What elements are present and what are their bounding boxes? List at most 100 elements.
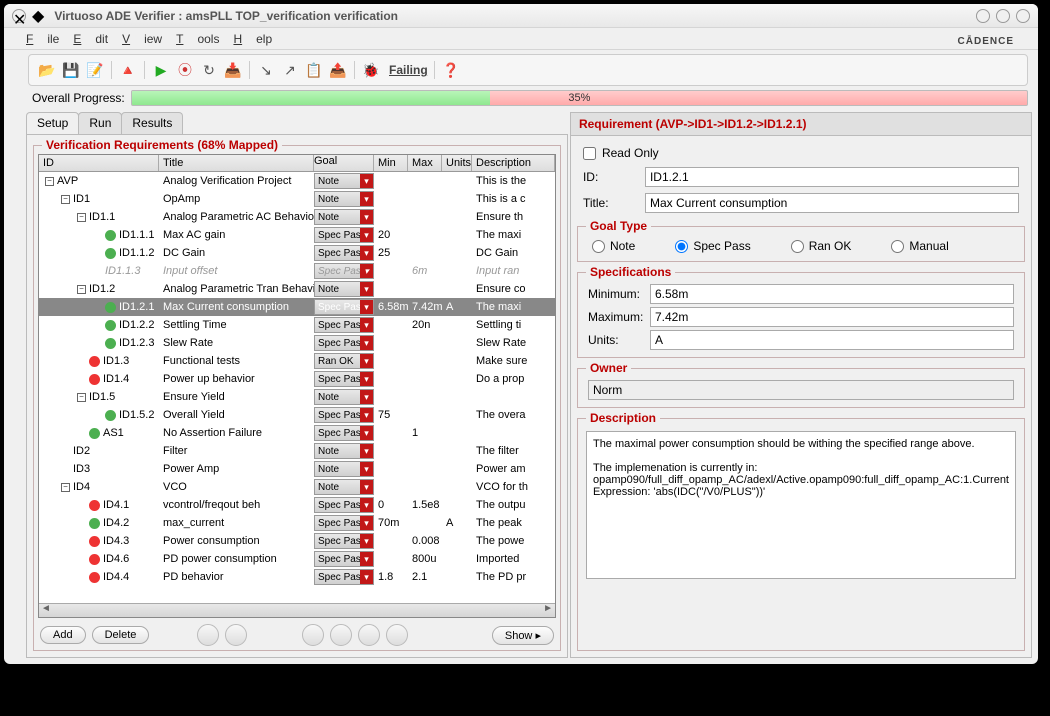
table-row[interactable]: ID4.4PD behaviorSpec Pass1.82.1The PD pr <box>39 568 555 586</box>
col-min[interactable]: Min <box>374 155 408 171</box>
stop-icon[interactable]: ⦿ <box>175 60 195 80</box>
table-row[interactable]: ID3Power AmpNotePower am <box>39 460 555 478</box>
minimize-icon[interactable] <box>976 9 990 23</box>
horizontal-scrollbar[interactable] <box>39 603 555 617</box>
table-row[interactable]: ID2FilterNoteThe filter <box>39 442 555 460</box>
table-row[interactable]: −ID1.1Analog Parametric AC BehaviorNoteE… <box>39 208 555 226</box>
menu-file[interactable]: File <box>26 32 59 46</box>
col-goal[interactable]: Goal <box>314 155 374 171</box>
table-row[interactable]: −ID1OpAmpNoteThis is a c <box>39 190 555 208</box>
goal-select[interactable]: Note <box>314 443 374 459</box>
id-field[interactable] <box>645 167 1019 187</box>
table-row[interactable]: ID4.1vcontrol/freqout behSpec Pass01.5e8… <box>39 496 555 514</box>
export-icon[interactable]: 📤 <box>328 60 348 80</box>
goal-select[interactable]: Spec Pass <box>314 497 374 513</box>
goal-select[interactable]: Spec Pass <box>314 407 374 423</box>
table-row[interactable]: ID4.6PD power consumptionSpec Pass800uIm… <box>39 550 555 568</box>
goal-select[interactable]: Spec Pass <box>314 551 374 567</box>
tab-results[interactable]: Results <box>121 112 183 134</box>
description-textarea[interactable]: The maximal power consumption should be … <box>586 431 1016 579</box>
goal-select[interactable]: Spec Pass <box>314 515 374 531</box>
hierarchy-icon[interactable]: 🔺 <box>118 60 138 80</box>
table-row[interactable]: ID4.2max_currentSpec Pass70mAThe peak <box>39 514 555 532</box>
table-row[interactable]: −ID1.2Analog Parametric Tran BehaviorNot… <box>39 280 555 298</box>
table-row[interactable]: ID1.5.2Overall YieldSpec Pass75The overa <box>39 406 555 424</box>
maximize-icon[interactable] <box>996 9 1010 23</box>
goal-select[interactable]: Spec Pass <box>314 299 374 315</box>
goal-select[interactable]: Note <box>314 281 374 297</box>
titlebar[interactable]: ✕ ◆ Virtuoso ADE Verifier : amsPLL TOP_v… <box>4 4 1038 28</box>
nav-down-icon[interactable] <box>225 624 247 646</box>
tool-a-icon[interactable] <box>302 624 324 646</box>
menu-tools[interactable]: Tools <box>176 32 219 46</box>
step-in-icon[interactable]: ↘ <box>256 60 276 80</box>
goal-select[interactable]: Spec Pass <box>314 371 374 387</box>
table-row[interactable]: ID1.1.1Max AC gainSpec Pass20The maxi <box>39 226 555 244</box>
radio-ran[interactable]: Ran OK <box>791 239 852 253</box>
goal-select[interactable]: Note <box>314 479 374 495</box>
table-row[interactable]: ID1.2.1Max Current consumptionSpec Pass6… <box>39 298 555 316</box>
table-row[interactable]: AS1No Assertion FailureSpec Pass1 <box>39 424 555 442</box>
title-field[interactable] <box>645 193 1019 213</box>
radio-manual[interactable]: Manual <box>891 239 948 253</box>
open-icon[interactable]: 📂 <box>37 60 57 80</box>
min-field[interactable] <box>650 284 1014 304</box>
col-units[interactable]: Units <box>442 155 472 171</box>
col-id[interactable]: ID <box>39 155 159 171</box>
tree-toggle-icon[interactable]: − <box>61 195 70 204</box>
table-row[interactable]: ID1.3Functional testsRan OKMake sure <box>39 352 555 370</box>
table-row[interactable]: −ID1.5Ensure YieldNote <box>39 388 555 406</box>
table-row[interactable]: ID1.1.2DC GainSpec Pass25DC Gain <box>39 244 555 262</box>
tab-run[interactable]: Run <box>78 112 122 134</box>
tree-toggle-icon[interactable]: − <box>77 393 86 402</box>
failing-link[interactable]: Failing <box>389 63 428 77</box>
goal-select[interactable]: Note <box>314 461 374 477</box>
tool-b-icon[interactable] <box>330 624 352 646</box>
refresh-icon[interactable]: ↻ <box>199 60 219 80</box>
tool-d-icon[interactable] <box>386 624 408 646</box>
goal-select[interactable]: Ran OK <box>314 353 374 369</box>
goal-select[interactable]: Spec Pass <box>314 317 374 333</box>
step-out-icon[interactable]: ↗ <box>280 60 300 80</box>
table-row[interactable]: ID4.3Power consumptionSpec Pass0.008The … <box>39 532 555 550</box>
tree-toggle-icon[interactable]: − <box>45 177 54 186</box>
goal-select[interactable]: Spec Pass <box>314 533 374 549</box>
show-button[interactable]: Show ▸ <box>492 626 554 645</box>
max-field[interactable] <box>650 307 1014 327</box>
table-row[interactable]: −ID4VCONoteVCO for th <box>39 478 555 496</box>
tool-c-icon[interactable] <box>358 624 380 646</box>
units-field[interactable] <box>650 330 1014 350</box>
goal-select[interactable]: Spec Pass <box>314 263 374 279</box>
read-only-checkbox[interactable] <box>583 147 596 160</box>
add-button[interactable]: Add <box>40 626 86 644</box>
col-max[interactable]: Max <box>408 155 442 171</box>
col-desc[interactable]: Description <box>472 155 555 171</box>
menu-view[interactable]: View <box>122 32 162 46</box>
table-row[interactable]: ID1.2.3Slew RateSpec PassSlew Rate <box>39 334 555 352</box>
tree-toggle-icon[interactable]: − <box>61 483 70 492</box>
tree-toggle-icon[interactable]: − <box>77 213 86 222</box>
edit-icon[interactable]: 📝 <box>85 60 105 80</box>
goal-select[interactable]: Note <box>314 389 374 405</box>
table-row[interactable]: ID1.1.3Input offsetSpec Pass6mInput ran <box>39 262 555 280</box>
window-close-icon[interactable] <box>1016 9 1030 23</box>
goal-select[interactable]: Note <box>314 173 374 189</box>
table-row[interactable]: ID1.2.2Settling TimeSpec Pass20nSettling… <box>39 316 555 334</box>
goal-select[interactable]: Spec Pass <box>314 227 374 243</box>
goal-select[interactable]: Spec Pass <box>314 569 374 585</box>
help-icon[interactable]: ❓ <box>441 60 461 80</box>
table-row[interactable]: −AVPAnalog Verification ProjectNoteThis … <box>39 172 555 190</box>
run-icon[interactable]: ▶ <box>151 60 171 80</box>
goal-select[interactable]: Spec Pass <box>314 245 374 261</box>
col-title[interactable]: Title <box>159 155 314 171</box>
tree-toggle-icon[interactable]: − <box>77 285 86 294</box>
save-icon[interactable]: 💾 <box>61 60 81 80</box>
goal-select[interactable]: Note <box>314 191 374 207</box>
bug-icon[interactable]: 🐞 <box>361 60 381 80</box>
table-row[interactable]: ID1.4Power up behaviorSpec PassDo a prop <box>39 370 555 388</box>
nav-up-icon[interactable] <box>197 624 219 646</box>
menu-edit[interactable]: Edit <box>73 32 108 46</box>
goal-select[interactable]: Note <box>314 209 374 225</box>
radio-note[interactable]: Note <box>592 239 635 253</box>
tab-setup[interactable]: Setup <box>26 112 79 134</box>
